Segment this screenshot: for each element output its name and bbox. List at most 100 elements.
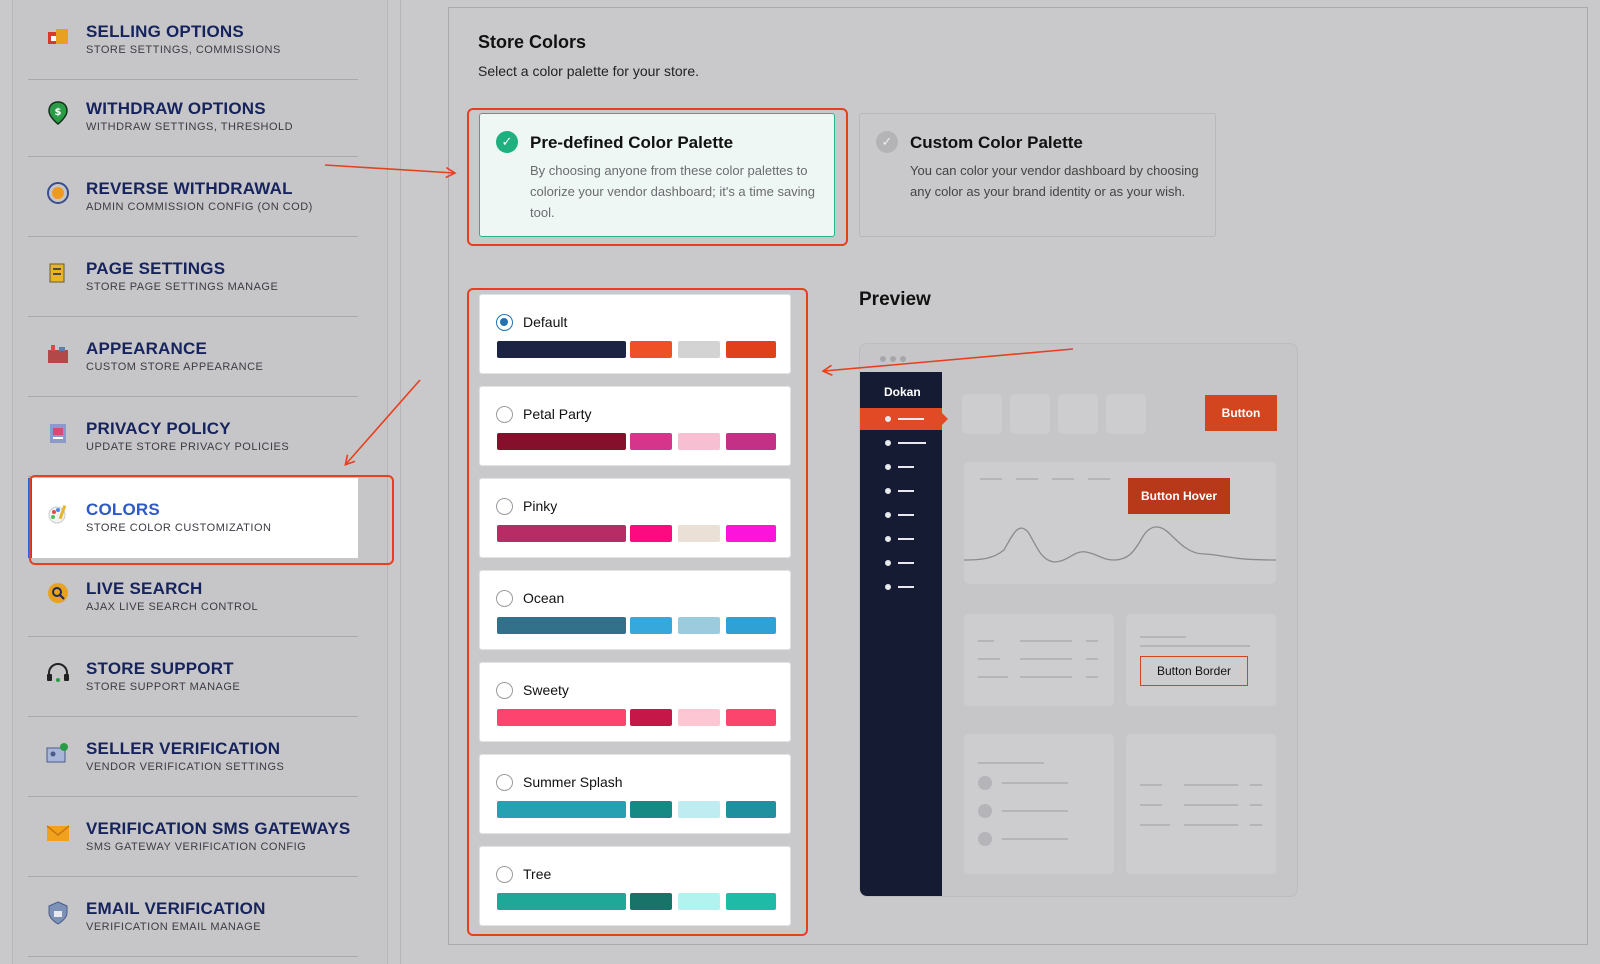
palette-swatch: [678, 893, 720, 910]
sidebar-item-subtitle: VERIFICATION EMAIL MANAGE: [86, 921, 262, 933]
preview-card: [964, 614, 1114, 706]
sidebar-item-subtitle: UPDATE STORE PRIVACY POLICIES: [86, 441, 290, 453]
privacy-icon: [46, 421, 70, 445]
palette-swatch: [630, 801, 672, 818]
preview-stat-box: [1058, 394, 1098, 434]
predefined-palette-desc: By choosing anyone from these color pale…: [530, 163, 816, 220]
palette-radio[interactable]: [496, 866, 513, 883]
sidebar-item-selling-options[interactable]: SELLING OPTIONS STORE SETTINGS, COMMISSI…: [28, 0, 358, 80]
sidebar-item-title: VERIFICATION SMS GATEWAYS: [86, 819, 351, 838]
palette-option[interactable]: Tree: [479, 846, 791, 926]
sidebar-item-title: REVERSE WITHDRAWAL: [86, 179, 293, 198]
palette-swatch: [497, 709, 626, 726]
palette-swatch: [726, 525, 776, 542]
palette-swatch: [630, 709, 672, 726]
sidebar-item-appearance[interactable]: APPEARANCE CUSTOM STORE APPEARANCE: [28, 317, 358, 397]
palette-name: Petal Party: [523, 406, 592, 422]
sidebar-item-title: STORE SUPPORT: [86, 659, 234, 678]
palette-swatch: [678, 341, 720, 358]
palette-swatch: [630, 893, 672, 910]
window-dots: [880, 356, 906, 362]
sidebar-item-subtitle: ADMIN COMMISSION CONFIG (ON COD): [86, 201, 313, 213]
sidebar-item-subtitle: STORE PAGE SETTINGS MANAGE: [86, 281, 279, 293]
palette-radio[interactable]: [496, 498, 513, 515]
palette-swatch: [497, 893, 626, 910]
preview-stat-box: [962, 394, 1002, 434]
svg-text:$: $: [55, 107, 62, 118]
custom-palette-title: Custom Color Palette: [910, 133, 1083, 152]
palette-swatch: [497, 801, 626, 818]
sidebar-item-subtitle: STORE SETTINGS, COMMISSIONS: [86, 44, 281, 56]
preview-sidebar: Dokan: [860, 372, 948, 896]
palette-swatch: [630, 433, 672, 450]
sidebar-item-title: APPEARANCE: [86, 339, 208, 358]
appearance-icon: [46, 341, 70, 365]
sidebar-item-verification-sms-gateways[interactable]: VERIFICATION SMS GATEWAYS SMS GATEWAY VE…: [28, 797, 358, 877]
sidebar-item-reverse-withdrawal[interactable]: REVERSE WITHDRAWAL ADMIN COMMISSION CONF…: [28, 157, 358, 237]
sidebar-item-subtitle: STORE SUPPORT MANAGE: [86, 681, 241, 693]
sidebar-item-live-search[interactable]: LIVE SEARCH AJAX LIVE SEARCH CONTROL: [28, 557, 358, 637]
sidebar-item-subtitle: AJAX LIVE SEARCH CONTROL: [86, 601, 259, 613]
preview-nav-item: [885, 581, 914, 593]
preview-nav-item: [885, 437, 926, 449]
palette-name: Summer Splash: [523, 774, 623, 790]
palette-swatch: [678, 433, 720, 450]
preview-nav-item: [885, 533, 914, 545]
sidebar-item-subtitle: SMS GATEWAY VERIFICATION CONFIG: [86, 841, 307, 853]
preview-nav-item: [885, 509, 914, 521]
sidebar-item-seller-verification[interactable]: SELLER VERIFICATION VENDOR VERIFICATION …: [28, 717, 358, 797]
preview-button-hover: Button Hover: [1128, 478, 1230, 514]
page-subtitle: Select a color palette for your store.: [478, 63, 699, 79]
palette-swatch: [726, 617, 776, 634]
palette-name: Tree: [523, 866, 552, 882]
preview-frame: Dokan Button Button Hover Button Border: [859, 343, 1298, 897]
palette-option[interactable]: Ocean: [479, 570, 791, 650]
palette-option[interactable]: Summer Splash: [479, 754, 791, 834]
sidebar-item-title: COLORS: [86, 500, 160, 519]
search-icon: [46, 581, 70, 605]
sidebar-item-withdraw-options[interactable]: $ WITHDRAW OPTIONS WITHDRAW SETTINGS, TH…: [28, 77, 358, 157]
page-icon: [46, 261, 70, 285]
palette-option[interactable]: Pinky: [479, 478, 791, 558]
palette-swatch: [630, 617, 672, 634]
palette-option[interactable]: Petal Party: [479, 386, 791, 466]
sidebar-item-title: SELLER VERIFICATION: [86, 739, 281, 758]
sidebar-item-page-settings[interactable]: PAGE SETTINGS STORE PAGE SETTINGS MANAGE: [28, 237, 358, 317]
palette-swatch: [678, 617, 720, 634]
shield-icon: [46, 901, 70, 925]
preview-button-border: Button Border: [1140, 656, 1248, 686]
sidebar-item-store-support[interactable]: STORE SUPPORT STORE SUPPORT MANAGE: [28, 637, 358, 717]
sidebar-item-email-verification[interactable]: EMAIL VERIFICATION VERIFICATION EMAIL MA…: [28, 877, 358, 957]
palette-swatch: [726, 341, 776, 358]
preview-nav-item: [885, 557, 914, 569]
preview-stat-box: [1106, 394, 1146, 434]
preview-button: Button: [1205, 395, 1277, 431]
sidebar-item-title: PAGE SETTINGS: [86, 259, 226, 278]
palette-name: Default: [523, 314, 568, 330]
palette-swatch: [726, 709, 776, 726]
preview-card: [964, 734, 1114, 874]
sidebar-item-privacy-policy[interactable]: PRIVACY POLICY UPDATE STORE PRIVACY POLI…: [28, 397, 358, 477]
palette-swatch: [497, 617, 626, 634]
predefined-palette-card[interactable]: ✓ Pre-defined Color Palette By choosing …: [479, 113, 835, 237]
palette-option[interactable]: Sweety: [479, 662, 791, 742]
palette-radio[interactable]: [496, 406, 513, 423]
preview-brand: Dokan: [884, 385, 921, 399]
palette-radio[interactable]: [496, 774, 513, 791]
palette-radio[interactable]: [496, 314, 513, 331]
id-card-icon: [46, 741, 70, 765]
palette-swatch: [678, 525, 720, 542]
palette-icon: [46, 502, 70, 526]
palette-swatch: [726, 433, 776, 450]
custom-palette-card[interactable]: ✓ Custom Color Palette You can color you…: [859, 113, 1216, 237]
sidebar-item-colors[interactable]: COLORS STORE COLOR CUSTOMIZATION: [28, 478, 358, 558]
palette-option[interactable]: Default: [479, 294, 791, 374]
headset-icon: [46, 661, 70, 685]
palette-radio[interactable]: [496, 682, 513, 699]
custom-palette-desc: You can color your vendor dashboard by c…: [910, 163, 1199, 199]
dollar-pin-icon: $: [46, 101, 70, 125]
palette-radio[interactable]: [496, 590, 513, 607]
palette-swatch: [726, 801, 776, 818]
palette-swatch: [678, 801, 720, 818]
sidebar-item-subtitle: VENDOR VERIFICATION SETTINGS: [86, 761, 285, 773]
